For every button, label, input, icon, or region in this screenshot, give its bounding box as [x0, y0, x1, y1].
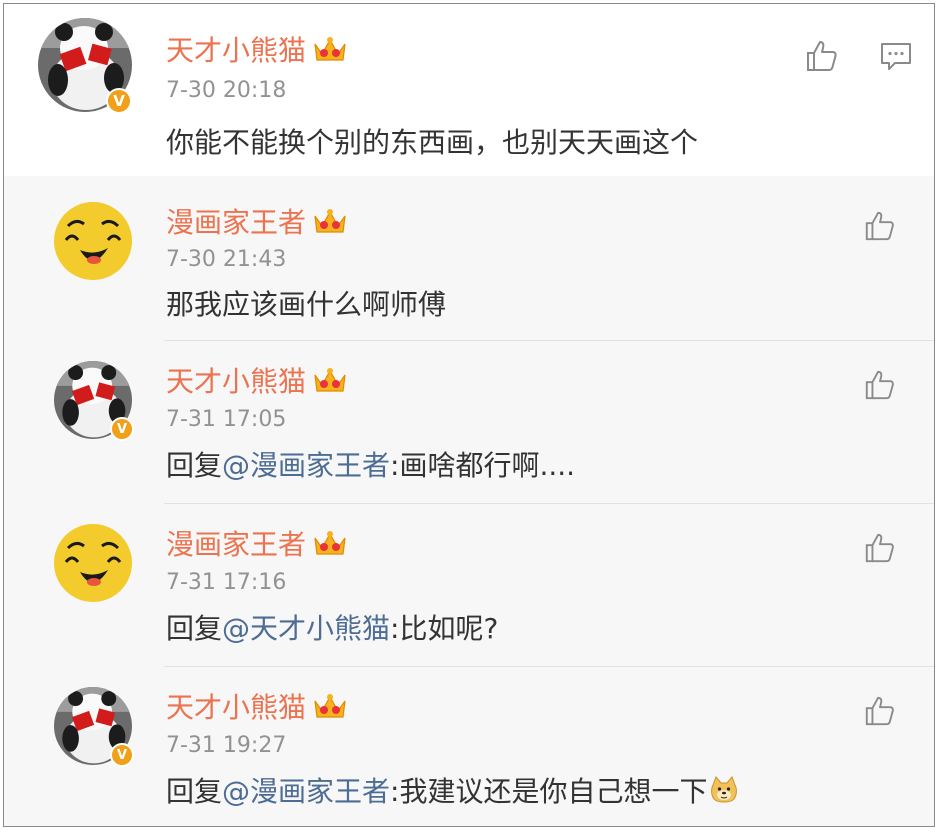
mention-link[interactable]: @天才小熊猫 — [222, 612, 390, 645]
username[interactable]: 天才小熊猫 — [166, 691, 348, 724]
timestamp: 7-30 20:18 — [166, 78, 287, 103]
main-comment: V 天才小熊猫 7-30 20:18 你能不能换个别的东西画，也别天天画这个 — [4, 4, 934, 176]
like-icon — [807, 41, 837, 71]
comment-text: 回复@漫画家王者:我建议还是你自己想一下 — [166, 775, 739, 809]
reply-list: 漫画家王者 7-30 21:43 那我应该画什么啊师傅 V 天才小熊猫 7-31… — [4, 176, 934, 826]
timestamp: 7-31 17:05 — [166, 407, 287, 432]
doge-emoji-icon — [711, 776, 738, 803]
like-button[interactable] — [860, 528, 900, 568]
username-text[interactable]: 天才小熊猫 — [166, 365, 306, 398]
like-button[interactable] — [802, 36, 842, 76]
comment-thread: V 天才小熊猫 7-30 20:18 你能不能换个别的东西画，也别天天画这个 漫… — [3, 3, 935, 827]
crown-icon — [314, 531, 346, 555]
username-text[interactable]: 漫画家王者 — [166, 528, 306, 561]
reply-prefix: 回复 — [166, 612, 223, 645]
username[interactable]: 天才小熊猫 — [166, 365, 348, 398]
avatar[interactable]: V — [54, 361, 134, 441]
username[interactable]: 漫画家王者 — [166, 206, 348, 239]
like-button[interactable] — [860, 206, 900, 246]
reply-body: :画啥都行啊.... — [390, 449, 576, 482]
timestamp: 7-30 21:43 — [166, 247, 287, 272]
reply-icon — [881, 43, 911, 70]
timestamp: 7-31 17:16 — [166, 570, 287, 595]
reply-item: 漫画家王者 7-31 17:16 回复@天才小熊猫:比如呢? — [4, 504, 934, 667]
avatar[interactable]: V — [38, 18, 132, 114]
reply-item: V 天才小熊猫 7-31 19:27 回复@漫画家王者:我建议还是你自己想一下 — [4, 667, 934, 826]
username-text[interactable]: 漫画家王者 — [166, 206, 306, 239]
reply-prefix: 回复 — [166, 775, 223, 808]
like-button[interactable] — [860, 365, 900, 405]
avatar[interactable] — [54, 524, 132, 602]
mention-link[interactable]: @漫画家王者 — [222, 775, 390, 808]
username-text[interactable]: 天才小熊猫 — [166, 34, 306, 67]
comment-text: 回复@天才小熊猫:比如呢? — [166, 612, 498, 646]
crown-icon — [314, 694, 346, 718]
smiley-avatar-icon — [54, 202, 132, 280]
reply-item: V 天才小熊猫 7-31 17:05 回复@漫画家王者:画啥都行啊.... — [4, 341, 934, 504]
verified-badge: V — [110, 743, 134, 767]
like-icon — [865, 370, 894, 400]
avatar[interactable]: V — [54, 687, 134, 767]
reply-button[interactable] — [876, 36, 916, 76]
reply-item: 漫画家王者 7-30 21:43 那我应该画什么啊师傅 — [4, 176, 934, 341]
crown-icon — [314, 209, 346, 233]
crown-icon — [314, 368, 346, 392]
crown-icon — [314, 37, 346, 61]
reply-body: :比如呢? — [390, 612, 499, 645]
timestamp: 7-31 19:27 — [166, 733, 287, 758]
avatar[interactable] — [54, 202, 132, 280]
comment-text: 那我应该画什么啊师傅 — [166, 288, 447, 321]
reply-prefix: 回复 — [166, 449, 223, 482]
reply-body: :我建议还是你自己想一下 — [390, 775, 708, 808]
username-text[interactable]: 天才小熊猫 — [166, 691, 306, 724]
like-icon — [865, 696, 894, 726]
verified-badge: V — [110, 417, 134, 441]
like-button[interactable] — [860, 691, 900, 731]
verified-badge: V — [106, 88, 132, 114]
like-icon — [865, 533, 894, 563]
smiley-avatar-icon — [54, 524, 132, 602]
username[interactable]: 天才小熊猫 — [166, 34, 348, 67]
comment-text: 回复@漫画家王者:画啥都行啊.... — [166, 449, 575, 483]
comment-text: 你能不能换个别的东西画，也别天天画这个 — [166, 126, 699, 159]
username[interactable]: 漫画家王者 — [166, 528, 348, 561]
mention-link[interactable]: @漫画家王者 — [222, 449, 390, 482]
like-icon — [865, 211, 894, 241]
